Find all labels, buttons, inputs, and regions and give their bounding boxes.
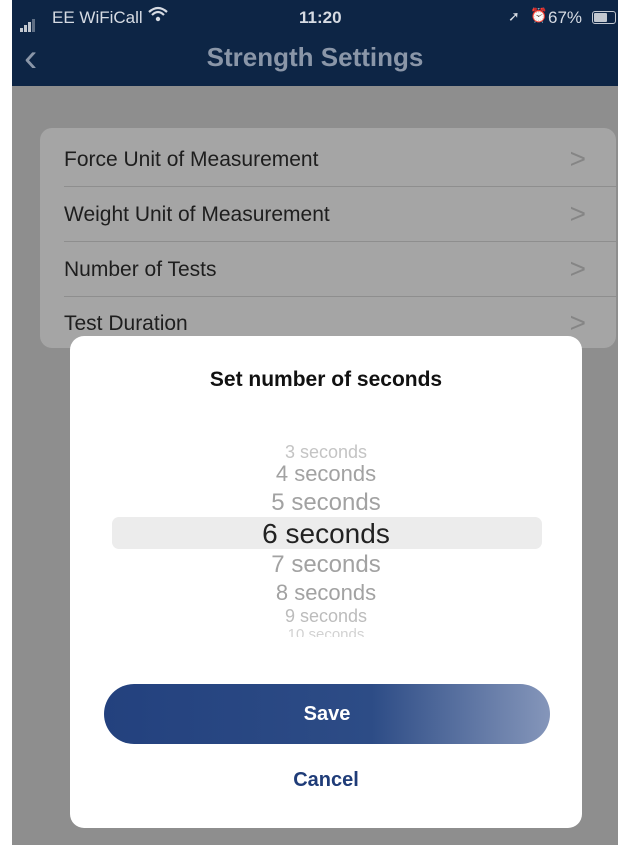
page-title: Strength Settings (206, 42, 424, 72)
settings-item-label: Weight Unit of Measurement (64, 203, 330, 226)
picker-option[interactable]: 5 seconds (110, 491, 542, 515)
chevron-right-icon: > (569, 253, 586, 284)
alarm-clock-icon: ⏰ (530, 7, 548, 23)
carrier-name: EE WiFiCall (52, 8, 143, 27)
battery-level (594, 13, 607, 22)
wifi-icon (148, 6, 168, 27)
save-button[interactable]: Save (104, 684, 550, 744)
settings-item-number-of-tests[interactable]: Number of Tests > (64, 242, 616, 297)
picker-option[interactable]: 8 seconds (110, 582, 542, 604)
dialog-title: Set number of seconds (209, 368, 443, 391)
duration-dialog: Set number of seconds 3 seconds 4 second… (70, 336, 582, 828)
picker-option[interactable]: 7 seconds (110, 553, 542, 577)
chevron-right-icon: > (569, 198, 586, 229)
picker-option[interactable]: 3 seconds (110, 443, 542, 461)
phone-screen: EE WiFiCall 11:20 ➚ ⏰ 67% ‹ Strength Set… (12, 0, 618, 845)
settings-item-label: Force Unit of Measurement (64, 148, 319, 171)
cellular-signal-icon (20, 12, 36, 32)
seconds-picker[interactable]: 3 seconds 4 seconds 5 seconds 6 seconds … (110, 436, 542, 646)
settings-item-label: Number of Tests (64, 258, 217, 281)
picker-option[interactable]: 9 seconds (110, 607, 542, 625)
settings-list: Force Unit of Measurement > Weight Unit … (40, 128, 616, 348)
battery-icon (592, 11, 616, 24)
location-arrow-icon: ➚ (508, 8, 520, 24)
settings-item-force-unit[interactable]: Force Unit of Measurement > (64, 132, 616, 187)
status-bar: EE WiFiCall 11:20 ➚ ⏰ 67% (12, 0, 618, 36)
settings-item-label: Test Duration (64, 312, 188, 335)
chevron-right-icon: > (569, 307, 586, 338)
picker-option[interactable]: 4 seconds (110, 463, 542, 485)
battery-percent: 67% (548, 8, 583, 27)
navigation-bar: ‹ Strength Settings (12, 36, 618, 86)
picker-option-selected[interactable]: 6 seconds (110, 520, 542, 548)
picker-option[interactable]: 10 seconds (110, 627, 542, 637)
chevron-right-icon: > (569, 143, 586, 174)
status-time: 11:20 (299, 8, 342, 27)
settings-item-weight-unit[interactable]: Weight Unit of Measurement > (64, 187, 616, 242)
cancel-button[interactable]: Cancel (70, 769, 582, 792)
